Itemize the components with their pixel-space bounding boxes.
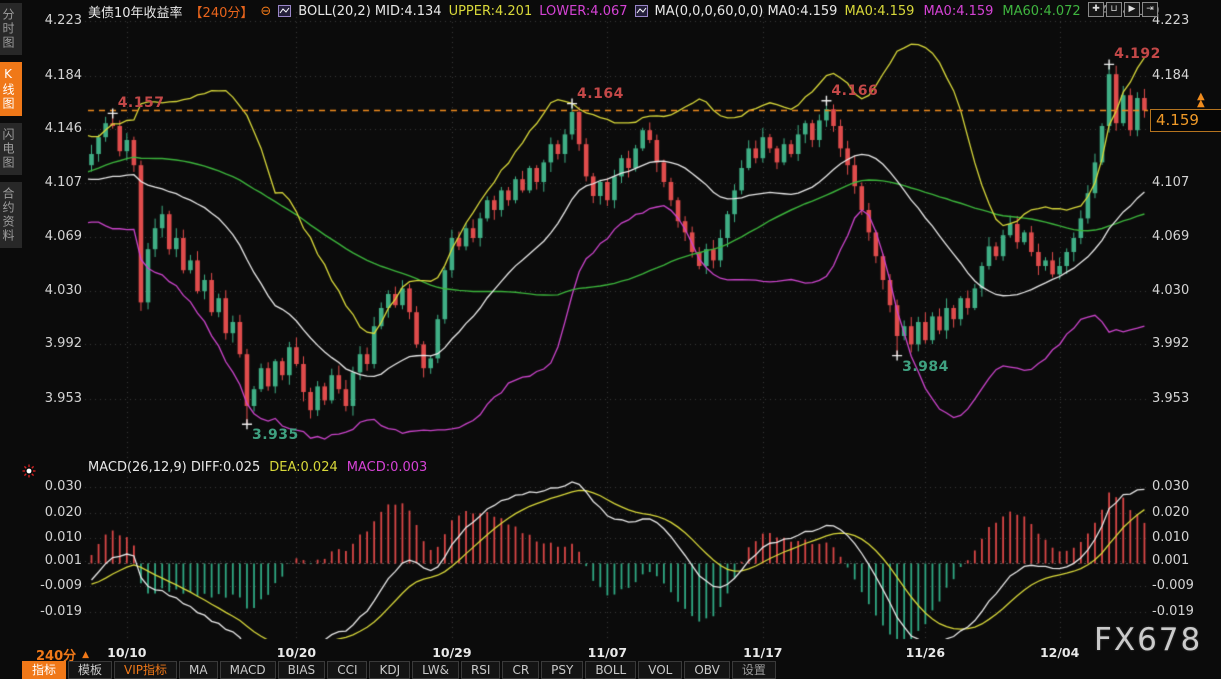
y-axis-label: 3.953 xyxy=(28,391,82,407)
x-axis-date-label: 11/17 xyxy=(743,645,782,660)
toolbar-button-cr[interactable]: CR xyxy=(502,661,539,679)
macd-axis-label: -0.019 xyxy=(1152,604,1216,620)
toolbar-button-bias[interactable]: BIAS xyxy=(278,661,326,679)
price-annotation: 3.935 xyxy=(252,427,299,443)
y-axis-label: 4.107 xyxy=(1152,175,1216,191)
toolbar-button-rsi[interactable]: RSI xyxy=(461,661,501,679)
y-axis-label: 4.223 xyxy=(1152,13,1216,29)
macd-axis-label: 0.001 xyxy=(28,553,82,569)
sidebar-tab-time-chart[interactable]: 分时图 xyxy=(0,3,22,55)
macd-header: MACD(26,12,9) DIFF:0.025 DEA:0.024 MACD:… xyxy=(88,460,427,475)
x-axis-date-label: 11/26 xyxy=(906,645,945,660)
macd-axis-label: 0.001 xyxy=(1152,553,1216,569)
boll-indicator-icon[interactable] xyxy=(278,5,291,17)
toolbar-button-ma[interactable]: MA xyxy=(179,661,218,679)
macd-axis-label: 0.030 xyxy=(1152,479,1216,495)
y-axis-label: 4.030 xyxy=(28,283,82,299)
macd-value: MACD:0.003 xyxy=(347,460,428,475)
x-axis-date-label: 10/20 xyxy=(277,645,316,660)
bottom-toolbar: 指标模板VIP指标MAMACDBIASCCIKDJLW&RSICRPSYBOLL… xyxy=(22,661,776,679)
toolbar-button-kdj[interactable]: KDJ xyxy=(369,661,410,679)
toolbar-button-settings[interactable]: 设置 xyxy=(732,661,776,679)
toolbar-button-vip-indicator[interactable]: VIP指标 xyxy=(114,661,177,679)
boll-values: BOLL(20,2) MID:4.134 xyxy=(298,4,441,19)
chart-canvas[interactable] xyxy=(0,0,1221,679)
price-annotation: 4.166 xyxy=(831,83,878,99)
toolbar-button-template[interactable]: 模板 xyxy=(68,661,112,679)
macd-axis-label: 0.010 xyxy=(28,530,82,546)
y-axis-label: 4.184 xyxy=(1152,68,1216,84)
price-annotation: 4.164 xyxy=(577,86,624,102)
toolbar-button-lw[interactable]: LW& xyxy=(412,661,459,679)
period-arrow-icon: ▲ xyxy=(82,650,89,660)
zoom-x-axis-icon[interactable]: ▶ xyxy=(1124,2,1140,17)
ma-value-1: MA0:4.159 xyxy=(923,4,993,19)
zoom-y-axis-icon[interactable]: ⊔ xyxy=(1106,2,1122,17)
macd-settings-icon[interactable] xyxy=(22,463,36,477)
price-annotation: 3.984 xyxy=(902,359,949,375)
macd-axis-label: -0.009 xyxy=(28,578,82,594)
toolbar-button-vol[interactable]: VOL xyxy=(638,661,682,679)
y-axis-label: 4.107 xyxy=(28,175,82,191)
macd-axis-label: -0.009 xyxy=(1152,578,1216,594)
y-axis-label: 4.223 xyxy=(28,13,82,29)
macd-label: MACD(26,12,9) DIFF:0.025 xyxy=(88,460,260,475)
x-axis-date-label: 10/29 xyxy=(432,645,471,660)
ma-value-0: MA0:4.159 xyxy=(844,4,914,19)
chart-tool-icons: ✚⊔▶⇥ xyxy=(1088,2,1158,17)
y-axis-label: 3.992 xyxy=(28,336,82,352)
y-axis-label: 3.953 xyxy=(1152,391,1216,407)
toolbar-button-macd[interactable]: MACD xyxy=(220,661,276,679)
sidebar: 分时图 K线图闪电图合约资料 xyxy=(0,0,22,679)
shift-right-icon[interactable]: ⇥ xyxy=(1142,2,1158,17)
macd-axis-label: 0.010 xyxy=(1152,530,1216,546)
macd-dea-value: DEA:0.024 xyxy=(269,460,338,475)
boll-upper-value: UPPER:4.201 xyxy=(449,4,533,19)
y-axis-label: 4.184 xyxy=(28,68,82,84)
boll-lower-value: LOWER:4.067 xyxy=(539,4,627,19)
ma-indicator-icon[interactable] xyxy=(635,5,648,17)
trading-app: 分时图 K线图闪电图合约资料 美债10年收益率 【240分】 ⊖ BOLL(20,… xyxy=(0,0,1221,679)
price-annotation: 4.157 xyxy=(118,95,165,111)
y-axis-label: 4.069 xyxy=(1152,229,1216,245)
toolbar-button-obv[interactable]: OBV xyxy=(684,661,730,679)
macd-axis-label: 0.020 xyxy=(1152,505,1216,521)
toolbar-button-indicator[interactable]: 指标 xyxy=(22,661,66,679)
macd-axis-label: 0.020 xyxy=(28,505,82,521)
toolbar-button-cci[interactable]: CCI xyxy=(327,661,367,679)
sidebar-tab-kline-chart[interactable]: K线图 xyxy=(0,62,22,116)
price-arrow-icon[interactable]: ▲▲ xyxy=(1197,93,1205,107)
y-axis-label: 4.030 xyxy=(1152,283,1216,299)
macd-axis-label: 0.030 xyxy=(28,479,82,495)
sidebar-tab-contract-info[interactable]: 合约资料 xyxy=(0,182,22,248)
minus-circle-icon[interactable]: ⊖ xyxy=(260,4,271,19)
ma-values-main: MA(0,0,0,60,0,0) MA0:4.159 xyxy=(655,4,838,19)
x-axis-date-label: 11/07 xyxy=(588,645,627,660)
toolbar-button-psy[interactable]: PSY xyxy=(541,661,583,679)
watermark: FX678 xyxy=(1094,622,1202,658)
chart-header: 美债10年收益率 【240分】 ⊖ BOLL(20,2) MID:4.134 U… xyxy=(88,3,1160,19)
pan-tool-icon[interactable]: ✚ xyxy=(1088,2,1104,17)
price-annotation: 4.192 xyxy=(1114,46,1161,62)
y-axis-label: 4.146 xyxy=(28,121,82,137)
current-price-box: 4.159 xyxy=(1150,109,1221,132)
x-axis-date-label: 10/10 xyxy=(107,645,146,660)
period-tag: 【240分】 xyxy=(190,2,254,21)
sidebar-tab-flash-chart[interactable]: 闪电图 xyxy=(0,123,22,175)
toolbar-button-boll[interactable]: BOLL xyxy=(585,661,636,679)
instrument-title: 美债10年收益率 xyxy=(88,2,183,21)
x-axis-date-label: 12/04 xyxy=(1040,645,1079,660)
macd-axis-label: -0.019 xyxy=(28,604,82,620)
y-axis-label: 4.069 xyxy=(28,229,82,245)
ma-value-2: MA60:4.072 xyxy=(1002,4,1080,19)
y-axis-label: 3.992 xyxy=(1152,336,1216,352)
